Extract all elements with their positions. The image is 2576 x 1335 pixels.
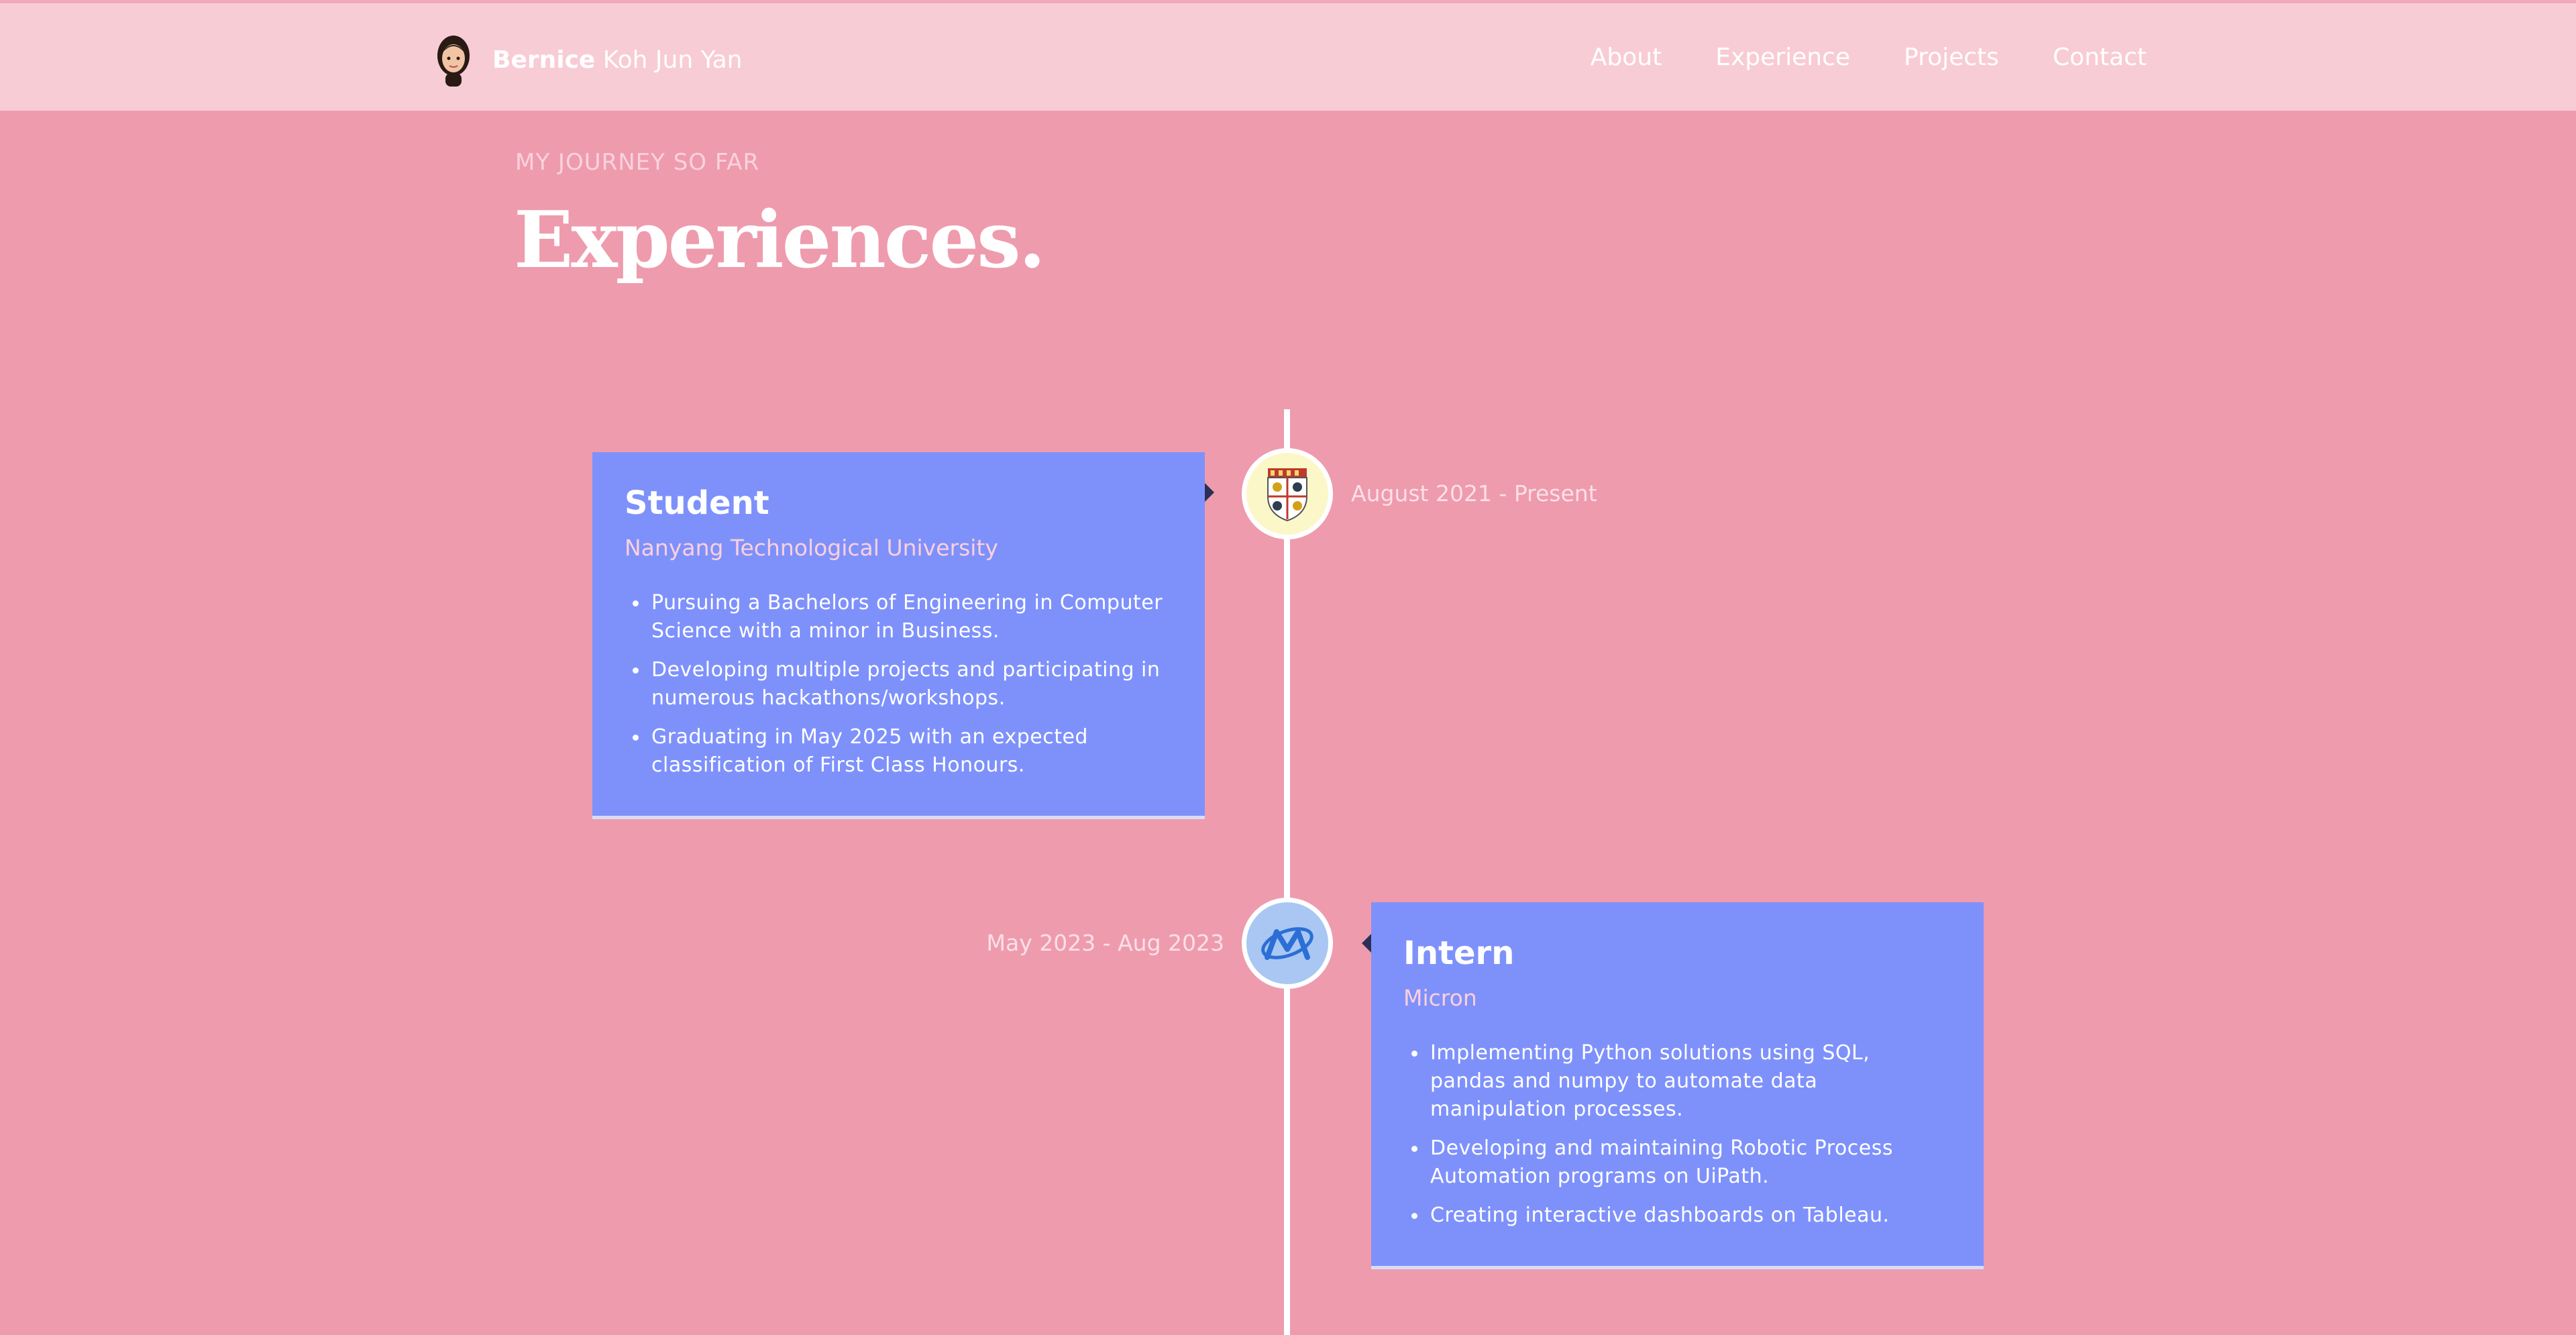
experience-title: Student bbox=[625, 484, 769, 522]
experience-date: May 2023 - Aug 2023 bbox=[986, 930, 1225, 956]
card-arrow bbox=[1362, 934, 1371, 953]
card-arrow bbox=[1205, 483, 1214, 502]
experience-point: Creating interactive dashboards on Table… bbox=[1403, 1202, 1951, 1230]
experience-company: Micron bbox=[1403, 984, 1477, 1011]
experience-point: Pursuing a Bachelors of Engineering in C… bbox=[625, 589, 1173, 645]
nav-links: About Experience Projects Contact bbox=[1537, 3, 2147, 111]
experience-point: Graduating in May 2025 with an expected … bbox=[625, 723, 1173, 780]
brand-link[interactable]: Bernice Koh Jun Yan bbox=[433, 33, 743, 87]
nav-link-experience[interactable]: Experience bbox=[1715, 44, 1850, 71]
brand-first-name: Bernice bbox=[492, 46, 596, 74]
brand-last-name: Koh Jun Yan bbox=[595, 46, 743, 74]
nav-link-contact[interactable]: Contact bbox=[2053, 44, 2147, 71]
nav-link-projects[interactable]: Projects bbox=[1904, 44, 1999, 71]
experience-point: Developing and maintaining Robotic Proce… bbox=[1403, 1134, 1951, 1191]
experience-card-student: Student Nanyang Technological University… bbox=[592, 452, 1205, 819]
nav-link-about[interactable]: About bbox=[1591, 44, 1662, 71]
ntu-crest-icon bbox=[1242, 448, 1333, 539]
experience-points: Implementing Python solutions using SQL,… bbox=[1403, 1039, 1951, 1230]
timeline-line bbox=[1284, 409, 1290, 1335]
experience-date: August 2021 - Present bbox=[1351, 480, 1597, 506]
experience-company: Nanyang Technological University bbox=[625, 534, 998, 561]
experience-card-intern: Intern Micron Implementing Python soluti… bbox=[1371, 902, 1984, 1269]
section-title: Experiences. bbox=[514, 195, 1046, 286]
micron-logo-icon bbox=[1242, 898, 1333, 989]
section-subtitle: MY JOURNEY SO FAR bbox=[515, 149, 760, 176]
experience-point: Developing multiple projects and partici… bbox=[625, 656, 1173, 712]
experience-title: Intern bbox=[1403, 934, 1515, 972]
memoji-avatar-icon bbox=[437, 36, 470, 87]
brand-name: Bernice Koh Jun Yan bbox=[492, 46, 743, 74]
experience-point: Implementing Python solutions using SQL,… bbox=[1403, 1039, 1951, 1124]
experience-points: Pursuing a Bachelors of Engineering in C… bbox=[625, 589, 1173, 780]
navbar: Bernice Koh Jun Yan About Experience Pro… bbox=[0, 3, 2576, 111]
